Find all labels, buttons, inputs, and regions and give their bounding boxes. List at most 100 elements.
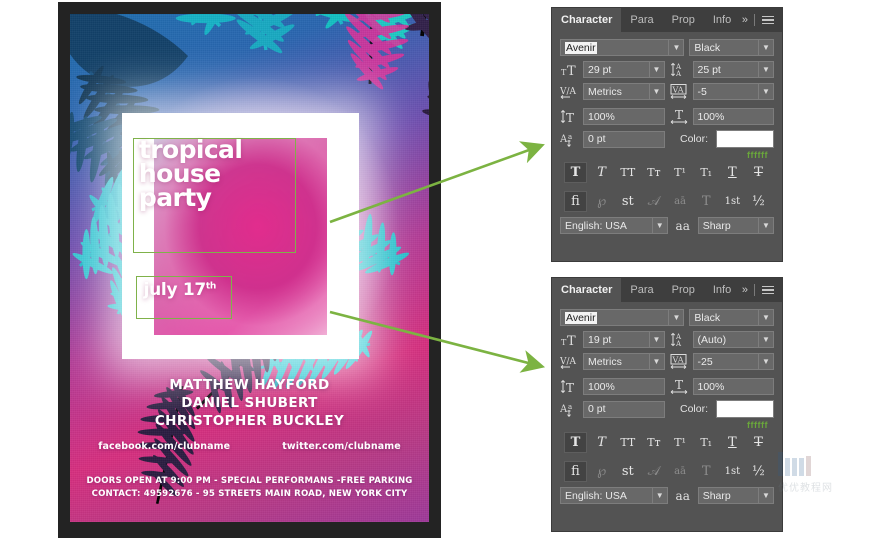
faux-italic-button-1[interactable]: T (590, 162, 613, 183)
character-panel-title[interactable]: Character Para Prop Info » Avenir ▼ Blac… (551, 7, 783, 262)
tab-info-1[interactable]: Info (704, 8, 740, 32)
chevron-down-icon[interactable]: ▼ (759, 83, 774, 100)
oldstyle-button-2[interactable]: aā (669, 461, 692, 482)
faux-italic-button-2[interactable]: T (590, 432, 613, 453)
expand-chevrons-icon[interactable]: » (742, 284, 748, 296)
titling-alternates-button-2[interactable]: T (695, 461, 718, 482)
chevron-down-icon[interactable]: ▼ (759, 61, 774, 78)
tab-properties-2[interactable]: Prop (663, 278, 704, 302)
underline-button-1[interactable]: T (721, 162, 744, 183)
baseline-shift-input-2[interactable]: 0 pt (583, 400, 665, 418)
font-family-input-1[interactable]: Avenir (560, 39, 670, 56)
font-style-input-2[interactable]: Black (689, 309, 759, 326)
fractions-button-1[interactable]: ½ (747, 191, 770, 212)
faux-bold-button-1[interactable]: T (564, 162, 587, 183)
language-control-1[interactable]: English: USA ▼ (560, 217, 668, 234)
chevron-down-icon[interactable]: ▼ (759, 39, 774, 56)
chevron-down-icon[interactable]: ▼ (652, 487, 668, 504)
chevron-down-icon[interactable]: ▼ (649, 61, 665, 78)
font-family-control-2[interactable]: Avenir ▼ (560, 309, 685, 326)
chevron-down-icon[interactable]: ▼ (649, 83, 665, 100)
horizontal-scale-input-1[interactable]: 100% (692, 108, 774, 125)
chevron-down-icon[interactable]: ▼ (669, 309, 685, 326)
strikethrough-button-1[interactable]: T (747, 162, 770, 183)
font-family-input-2[interactable]: Avenir (560, 309, 670, 326)
discretionary-ligatures-button-2[interactable]: st (616, 461, 639, 482)
chevron-down-icon[interactable]: ▼ (649, 353, 665, 370)
font-size-control-2[interactable]: 19 pt ▼ (583, 331, 665, 348)
chevron-down-icon[interactable]: ▼ (669, 39, 685, 56)
tab-character-2[interactable]: Character (552, 278, 622, 302)
antialias-input-2[interactable]: Sharp (697, 487, 759, 504)
hamburger-menu-icon[interactable] (762, 14, 774, 27)
poster-title-text[interactable]: tropical house party (139, 138, 311, 210)
font-size-input-2[interactable]: 19 pt (583, 331, 650, 348)
tab-properties-1[interactable]: Prop (663, 8, 704, 32)
antialias-control-1[interactable]: Sharp ▼ (697, 217, 774, 234)
leading-control-1[interactable]: 25 pt ▼ (692, 61, 774, 78)
chevron-down-icon[interactable]: ▼ (759, 353, 774, 370)
tab-info-2[interactable]: Info (704, 278, 740, 302)
character-panel-date[interactable]: Character Para Prop Info » Avenir ▼ Blac… (551, 277, 783, 532)
tracking-control-1[interactable]: -5 ▼ (692, 83, 774, 100)
all-caps-button-2[interactable]: TT (616, 432, 639, 453)
oldstyle-button-1[interactable]: aā (669, 191, 692, 212)
contextual-alternates-button-2[interactable]: ℘ (590, 461, 613, 482)
chevron-down-icon[interactable]: ▼ (759, 309, 774, 326)
chevron-down-icon[interactable]: ▼ (759, 331, 774, 348)
baseline-shift-input-1[interactable]: 0 pt (583, 130, 665, 148)
ordinals-button-2[interactable]: 1st (721, 461, 744, 482)
superscript-button-1[interactable]: T¹ (669, 162, 692, 183)
language-control-2[interactable]: English: USA ▼ (560, 487, 668, 504)
tab-character-1[interactable]: Character (552, 8, 622, 32)
chevron-down-icon[interactable]: ▼ (759, 217, 774, 234)
leading-control-2[interactable]: (Auto) ▼ (692, 331, 774, 348)
kerning-control-2[interactable]: Metrics ▼ (583, 353, 665, 370)
font-size-control-1[interactable]: 29 pt ▼ (583, 61, 665, 78)
text-color-swatch-1[interactable] (716, 130, 774, 148)
kerning-control-1[interactable]: Metrics ▼ (583, 83, 665, 100)
font-style-control-1[interactable]: Black ▼ (689, 39, 774, 56)
discretionary-ligatures-button-1[interactable]: st (616, 191, 639, 212)
tracking-input-1[interactable]: -5 (692, 83, 759, 100)
chevron-down-icon[interactable]: ▼ (652, 217, 668, 234)
tracking-input-2[interactable]: -25 (692, 353, 759, 370)
ordinals-button-1[interactable]: 1st (721, 191, 744, 212)
horizontal-scale-input-2[interactable]: 100% (692, 378, 774, 395)
titling-alternates-button-1[interactable]: T (695, 191, 718, 212)
small-caps-button-1[interactable]: Tᴛ (642, 162, 665, 183)
font-style-control-2[interactable]: Black ▼ (689, 309, 774, 326)
faux-bold-button-2[interactable]: T (564, 432, 587, 453)
strikethrough-button-2[interactable]: T (747, 432, 770, 453)
language-input-2[interactable]: English: USA (560, 487, 653, 504)
subscript-button-1[interactable]: T₁ (695, 162, 718, 183)
chevron-down-icon[interactable]: ▼ (649, 331, 665, 348)
swash-button-2[interactable]: 𝒜 (642, 461, 665, 482)
text-color-swatch-2[interactable] (716, 400, 774, 418)
chevron-down-icon[interactable]: ▼ (759, 487, 774, 504)
antialias-control-2[interactable]: Sharp ▼ (697, 487, 774, 504)
font-family-control-1[interactable]: Avenir ▼ (560, 39, 685, 56)
standard-ligatures-button-2[interactable]: fi (564, 461, 587, 482)
vertical-scale-input-1[interactable]: 100% (583, 108, 665, 125)
swash-button-1[interactable]: 𝒜 (642, 191, 665, 212)
poster-artwork[interactable]: tropical house party july 17th MATTHEW H… (70, 14, 429, 522)
subscript-button-2[interactable]: T₁ (695, 432, 718, 453)
tab-paragraph-2[interactable]: Para (621, 278, 662, 302)
fractions-button-2[interactable]: ½ (747, 461, 770, 482)
kerning-input-1[interactable]: Metrics (583, 83, 650, 100)
font-size-input-1[interactable]: 29 pt (583, 61, 650, 78)
expand-chevrons-icon[interactable]: » (742, 14, 748, 26)
antialias-input-1[interactable]: Sharp (697, 217, 759, 234)
all-caps-button-1[interactable]: TT (616, 162, 639, 183)
contextual-alternates-button-1[interactable]: ℘ (590, 191, 613, 212)
kerning-input-2[interactable]: Metrics (583, 353, 650, 370)
font-style-input-1[interactable]: Black (689, 39, 759, 56)
standard-ligatures-button-1[interactable]: fi (564, 191, 587, 212)
superscript-button-2[interactable]: T¹ (669, 432, 692, 453)
language-input-1[interactable]: English: USA (560, 217, 653, 234)
small-caps-button-2[interactable]: Tᴛ (642, 432, 665, 453)
underline-button-2[interactable]: T (721, 432, 744, 453)
tab-paragraph-1[interactable]: Para (621, 8, 662, 32)
leading-input-1[interactable]: 25 pt (692, 61, 759, 78)
